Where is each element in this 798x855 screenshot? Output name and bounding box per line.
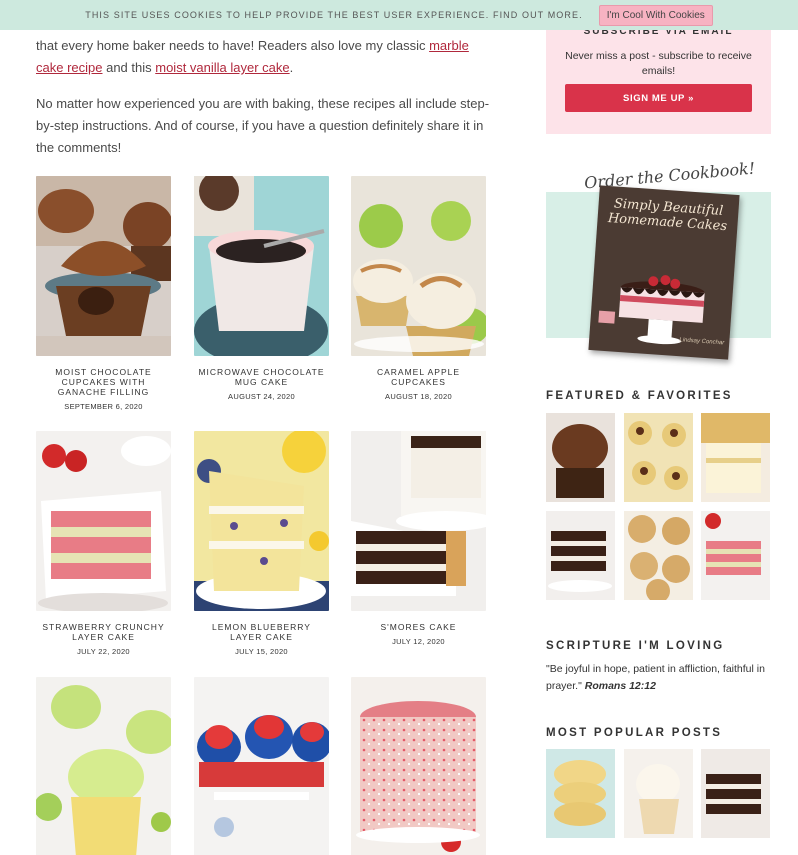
recipe-title[interactable]: MOIST CHOCOLATE CUPCAKES WITH GANACHE FI… (36, 367, 171, 397)
popular-heading: MOST POPULAR POSTS (546, 727, 723, 739)
recipe-card[interactable]: MOIST CHOCOLATE CUPCAKES WITH GANACHE FI… (36, 176, 171, 411)
recipe-card[interactable] (36, 677, 171, 855)
recipe-image[interactable] (351, 431, 486, 611)
sign-me-up-button[interactable]: SIGN ME UP » (565, 84, 752, 112)
scripture-text: "Be joyful in hope, patient in afflictio… (546, 661, 771, 695)
recipe-image[interactable] (194, 677, 329, 855)
recipe-date: AUGUST 18, 2020 (385, 392, 452, 401)
intro-paragraph-2: No matter how experienced you are with b… (36, 96, 490, 155)
cookie-notice-text: THIS SITE USES COOKIES TO HELP PROVIDE T… (85, 10, 583, 20)
intro-text-3: . (289, 60, 294, 75)
recipe-image[interactable] (36, 431, 171, 611)
recipe-date: SEPTEMBER 6, 2020 (64, 402, 143, 411)
recipe-title[interactable]: S'MORES CAKE (351, 622, 486, 632)
recipe-date: AUGUST 24, 2020 (228, 392, 295, 401)
recipe-image[interactable] (36, 677, 171, 855)
recipe-card[interactable]: LEMON BLUEBERRY LAYER CAKE JULY 15, 2020 (194, 431, 329, 656)
recipe-title[interactable]: STRAWBERRY CRUNCHY LAYER CAKE (36, 622, 171, 642)
recipe-card[interactable]: CARAMEL APPLE CUPCAKES AUGUST 18, 2020 (351, 176, 486, 401)
popular-thumbnail[interactable] (624, 749, 693, 838)
recipe-date: JULY 22, 2020 (77, 647, 130, 656)
scripture-reference: Romans 12:12 (584, 680, 656, 692)
popular-thumbnail[interactable] (701, 749, 770, 838)
featured-heading: FEATURED & FAVORITES (546, 390, 733, 402)
featured-thumbnail[interactable] (624, 511, 693, 600)
featured-thumbnail[interactable] (701, 413, 770, 502)
accept-cookies-button[interactable]: I'm Cool With Cookies (598, 4, 713, 26)
recipe-image[interactable] (194, 431, 329, 611)
recipe-image[interactable] (194, 176, 329, 356)
featured-thumbnail[interactable] (546, 511, 615, 600)
intro-paragraph-1: that every home baker needs to have! Rea… (36, 35, 491, 79)
intro-text-1: that every home baker needs to have! Rea… (36, 38, 430, 53)
recipe-card[interactable] (194, 677, 329, 855)
recipe-date: JULY 12, 2020 (392, 637, 445, 646)
scripture-heading: SCRIPTURE I'M LOVING (546, 640, 725, 652)
recipe-image[interactable] (351, 677, 486, 855)
featured-thumbnail[interactable] (701, 511, 770, 600)
cookie-bar: THIS SITE USES COOKIES TO HELP PROVIDE T… (0, 0, 798, 30)
recipe-card[interactable]: STRAWBERRY CRUNCHY LAYER CAKE JULY 22, 2… (36, 431, 171, 656)
cookbook-promo[interactable]: Order the Cookbook! Simply Beautiful Hom… (546, 159, 771, 360)
recipe-date: JULY 15, 2020 (235, 647, 288, 656)
intro-text-2: and this (102, 60, 156, 75)
recipe-title[interactable]: MICROWAVE CHOCOLATE MUG CAKE (194, 367, 329, 387)
recipe-card[interactable] (351, 677, 486, 855)
subscribe-text: Never miss a post - subscribe to receive… (565, 50, 752, 77)
recipe-card[interactable]: MICROWAVE CHOCOLATE MUG CAKE AUGUST 24, … (194, 176, 329, 401)
recipe-title[interactable]: LEMON BLUEBERRY LAYER CAKE (194, 622, 329, 642)
vanilla-cake-link[interactable]: moist vanilla layer cake (155, 60, 289, 75)
recipe-image[interactable] (351, 176, 486, 356)
recipe-card[interactable]: S'MORES CAKE JULY 12, 2020 (351, 431, 486, 646)
featured-thumbnail[interactable] (546, 413, 615, 502)
cookbook-cover-image[interactable]: Simply Beautiful Homemade Cakes Lindsay … (588, 185, 740, 360)
recipe-title[interactable]: CARAMEL APPLE CUPCAKES (351, 367, 486, 387)
recipe-image[interactable] (36, 176, 171, 356)
post-content: that every home baker needs to have! Rea… (36, 30, 491, 159)
featured-thumbnail[interactable] (624, 413, 693, 502)
subscribe-widget: SUBSCRIBE VIA EMAIL Never miss a post - … (546, 26, 771, 134)
popular-thumbnail[interactable] (546, 749, 615, 838)
